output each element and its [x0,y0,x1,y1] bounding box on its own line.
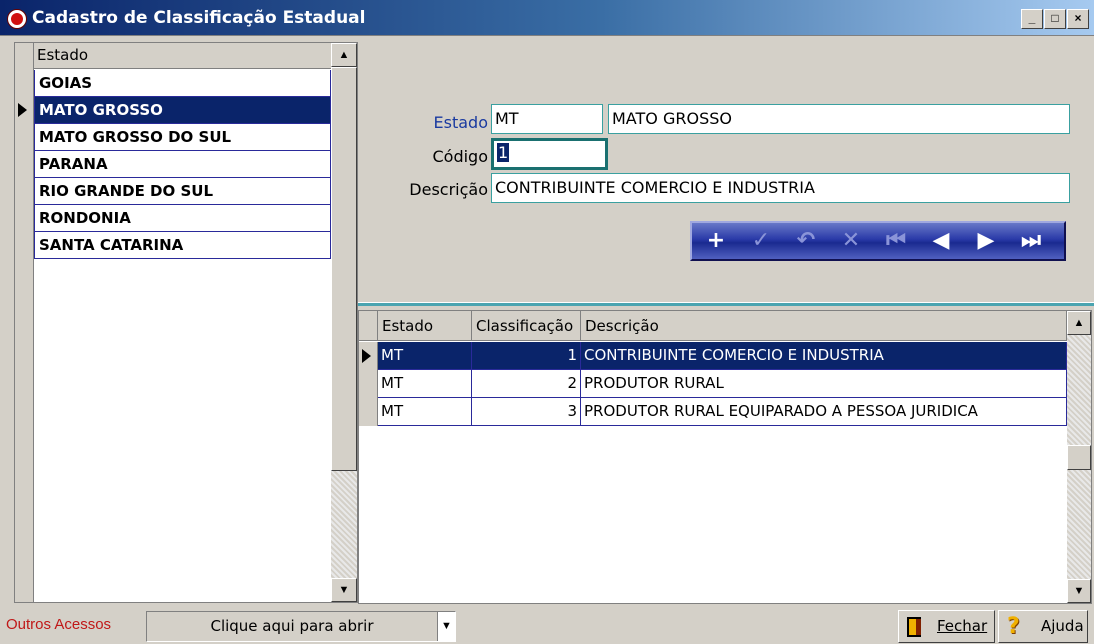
codigo-label: Código [432,147,488,166]
scroll-down-button[interactable]: ▼ [331,578,357,602]
current-row-marker-icon [18,103,27,117]
estado-label: Estado [433,113,488,132]
plus-icon[interactable]: + [696,227,736,255]
state-column-header[interactable]: Estado [37,46,88,64]
descricao-label: Descrição [409,180,488,199]
check-icon[interactable]: ✓ [741,227,781,255]
state-row[interactable]: RONDONIA [34,205,331,232]
scroll-down-button[interactable]: ▼ [1067,579,1091,603]
table-row[interactable]: MT 2 PRODUTOR RURAL [378,370,1067,398]
maximize-button[interactable]: □ [1044,9,1066,29]
splitter[interactable] [358,302,1094,306]
outros-acessos-combo[interactable]: Clique aqui para abrir ▼ [146,611,456,642]
row-indicator-column [15,43,34,602]
cell-estado[interactable]: MT [378,370,472,398]
close-button[interactable]: × [1067,9,1089,29]
state-row[interactable]: MATO GROSSO DO SUL [34,124,331,151]
current-row-marker-icon [362,349,371,363]
next-record-icon[interactable]: ▶ [966,227,1006,255]
state-row[interactable]: PARANA [34,151,331,178]
codigo-value: 1 [497,143,510,162]
minimize-button[interactable]: _ [1021,9,1043,29]
cell-estado[interactable]: MT [378,398,472,426]
cell-classificacao[interactable]: 3 [472,398,581,426]
cell-classificacao[interactable]: 1 [472,342,581,370]
undo-icon[interactable]: ↶ [786,227,826,255]
estado-name-field[interactable]: MATO GROSSO [608,104,1070,134]
state-list-grid[interactable]: Estado GOIAS MATO GROSSO MATO GROSSO DO SU… [14,42,358,603]
state-list-header[interactable]: Estado [15,43,331,69]
fechar-label: Fechar [937,617,988,635]
column-header-classificacao[interactable]: Classificação [472,311,581,341]
scroll-up-button[interactable]: ▲ [1067,311,1091,335]
descricao-field[interactable]: CONTRIBUINTE COMERCIO E INDUSTRIA [491,173,1070,203]
window-title: Cadastro de Classificação Estadual [32,8,366,28]
classification-grid-header: Estado Classificação Descrição [359,311,1067,341]
cell-descricao[interactable]: PRODUTOR RURAL [581,370,1067,398]
title-bar[interactable]: Cadastro de Classificação Estadual _ □ × [0,0,1094,36]
fechar-button[interactable]: Fechar [898,610,995,643]
ajuda-button[interactable]: ? Ajuda [998,610,1088,643]
cell-descricao[interactable]: PRODUTOR RURAL EQUIPARADO A PESSOA JURID… [581,398,1067,426]
scroll-thumb[interactable] [331,67,357,471]
combo-text[interactable]: Clique aqui para abrir [147,612,437,641]
scroll-up-button[interactable]: ▲ [331,43,357,67]
cell-descricao[interactable]: CONTRIBUINTE COMERCIO E INDUSTRIA [581,342,1067,370]
table-row[interactable]: MT 3 PRODUTOR RURAL EQUIPARADO A PESSOA JU… [378,398,1067,426]
column-header-descricao[interactable]: Descrição [581,311,1067,341]
cell-classificacao[interactable]: 2 [472,370,581,398]
state-row[interactable]: SANTA CATARINA [34,232,331,259]
state-row[interactable]: GOIAS [34,70,331,97]
outros-acessos-label: Outros Acessos [6,616,112,633]
column-header-estado[interactable]: Estado [378,311,472,341]
codigo-field[interactable]: 1 [491,138,608,170]
classification-grid-scrollbar[interactable]: ▲ ▼ [1067,311,1091,603]
record-navigator[interactable]: + ✓ ↶ ✕ ⏮ ◀ ▶ ⏭ [690,221,1066,261]
ajuda-label: Ajuda [1041,617,1084,635]
classification-grid[interactable]: Estado Classificação Descrição MT 1 CONTRI… [358,310,1092,604]
bottom-bar: Outros Acessos Clique aqui para abrir ▼ … [0,606,1094,644]
combo-dropdown-button[interactable]: ▼ [437,612,455,641]
prior-record-icon[interactable]: ◀ [921,227,961,255]
scroll-thumb[interactable] [1067,445,1091,470]
last-record-icon[interactable]: ⏭ [1011,227,1051,255]
cell-estado[interactable]: MT [378,342,472,370]
app-icon[interactable] [7,9,27,29]
door-exit-icon [907,617,921,637]
state-row[interactable]: MATO GROSSO [34,97,331,124]
estado-code-field[interactable]: MT [491,104,603,134]
first-record-icon[interactable]: ⏮ [876,227,916,255]
delete-icon[interactable]: ✕ [831,227,871,255]
table-row[interactable]: MT 1 CONTRIBUINTE COMERCIO E INDUSTRIA [378,342,1067,370]
help-icon: ? [1007,614,1020,639]
state-list-scrollbar[interactable]: ▲ ▼ [331,43,357,602]
state-row[interactable]: RIO GRANDE DO SUL [34,178,331,205]
